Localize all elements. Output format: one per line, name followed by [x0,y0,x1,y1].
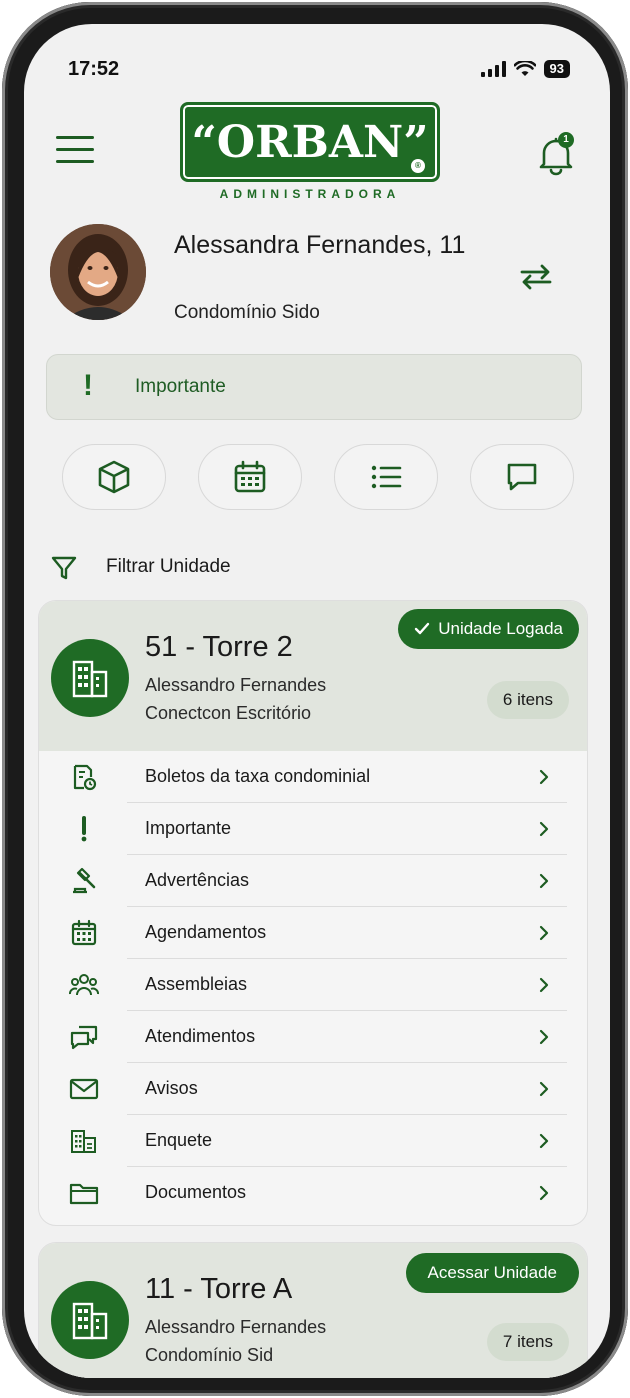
chat-icon [507,463,537,491]
unit-menu-list: Boletos da taxa condominial Importante A… [39,751,587,1219]
items-count-badge: 7 itens [486,1323,569,1361]
logged-unit-label: Unidade Logada [438,619,563,638]
menu-item-label: Importante [145,818,232,838]
menu-item-enquete[interactable]: Enquete [39,1115,587,1167]
app-screen: 17:52 93 “ORBAN” ® ADMINISTRADORA 1 Ales… [24,24,610,1378]
chevron-right-icon [539,821,549,837]
list-icon [371,465,402,489]
unit-owner: Alessandro Fernandes [145,1317,327,1337]
menu-item-label: Enquete [145,1130,213,1150]
unit-card-header[interactable]: 51 - Torre 2 Alessandro Fernandes Conect… [39,601,587,751]
calendar-icon [69,919,99,947]
chevron-right-icon [539,873,549,889]
unit-card: 51 - Torre 2 Alessandro Fernandes Conect… [38,600,588,1226]
quick-action-packages[interactable] [62,444,166,510]
chevron-right-icon [539,1133,549,1149]
building-poll-icon [69,1127,99,1155]
battery-indicator: 93 [543,60,570,78]
unit-owner: Alessandro Fernandes [145,675,327,695]
quick-action-calendar[interactable] [198,444,302,510]
box-icon [98,460,130,494]
unit-card: 11 - Torre A Alessandro Fernandes Condom… [38,1242,588,1378]
logo-subtitle: ADMINISTRADORA [219,187,401,201]
envelope-icon [69,1075,99,1103]
menu-item-assembleias[interactable]: Assembleias [39,959,587,1011]
chevron-right-icon [539,925,549,941]
filter-icon[interactable] [50,554,78,582]
exclamation-icon: ! [83,369,93,402]
logo-text: “ORBAN” [191,116,429,168]
notification-bell-icon[interactable]: 1 [536,132,576,176]
unit-card-header[interactable]: 11 - Torre A Alessandro Fernandes Condom… [39,1243,587,1378]
avatar[interactable] [50,224,146,320]
menu-item-label: Atendimentos [145,1026,256,1046]
menu-item-label: Advertências [145,870,250,890]
menu-item-agendamentos[interactable]: Agendamentos [39,907,587,959]
orban-logo: “ORBAN” ® [180,102,440,182]
chevron-right-icon [539,1185,549,1201]
menu-item-documentos[interactable]: Documentos [39,1167,587,1219]
phone-frame: 17:52 93 “ORBAN” ® ADMINISTRADORA 1 Ales… [2,2,628,1396]
chevron-right-icon [539,769,549,785]
menu-item-label: Agendamentos [145,922,267,942]
logged-unit-badge: Unidade Logada [398,609,579,649]
quick-action-list[interactable] [334,444,438,510]
building-icon [51,639,129,717]
building-icon [51,1281,129,1359]
menu-item-label: Boletos da taxa condominial [145,766,371,786]
invoice-icon [69,763,99,791]
logo-registered-mark: ® [411,159,425,173]
hamburger-menu-icon[interactable] [56,136,94,168]
banner-label: Importante [135,376,226,397]
calendar-icon [234,460,266,493]
access-unit-button[interactable]: Acessar Unidade [405,1253,579,1293]
menu-item-label: Documentos [145,1182,247,1202]
quick-action-chat[interactable] [470,444,574,510]
status-icons: 93 [480,60,570,78]
chevron-right-icon [539,977,549,993]
check-icon [415,622,430,635]
folder-icon [69,1179,99,1207]
gavel-icon [69,867,99,895]
menu-item-avisos[interactable]: Avisos [39,1063,587,1115]
switch-account-icon[interactable] [518,262,554,292]
menu-item-label: Avisos [145,1078,198,1098]
signal-icon [480,61,506,77]
chevron-right-icon [539,1029,549,1045]
exclamation-icon [69,815,99,843]
status-bar: 17:52 93 [24,24,610,104]
notification-badge: 1 [558,132,574,148]
menu-item-atendimentos[interactable]: Atendimentos [39,1011,587,1063]
unit-title: 11 - Torre A [145,1273,293,1305]
unit-condo: Conectcon Escritório [145,703,312,723]
important-banner[interactable]: ! Importante [46,354,582,420]
unit-condo: Condomínio Sid [145,1345,274,1365]
wifi-icon [513,61,536,76]
chat-bubbles-icon [69,1023,99,1051]
filter-unit-label[interactable]: Filtrar Unidade [106,556,231,578]
menu-item-advertencias[interactable]: Advertências [39,855,587,907]
people-icon [69,971,99,999]
menu-item-boletos[interactable]: Boletos da taxa condominial [39,751,587,803]
unit-title: 51 - Torre 2 [145,631,293,663]
items-count-badge: 6 itens [486,681,569,719]
chevron-right-icon [539,1081,549,1097]
profile-name: Alessandra Fernandes, 11 [174,231,466,259]
menu-item-label: Assembleias [145,974,248,994]
status-time: 17:52 [68,58,120,80]
profile-condo: Condomínio Sido [174,302,320,323]
menu-item-importante[interactable]: Importante [39,803,587,855]
